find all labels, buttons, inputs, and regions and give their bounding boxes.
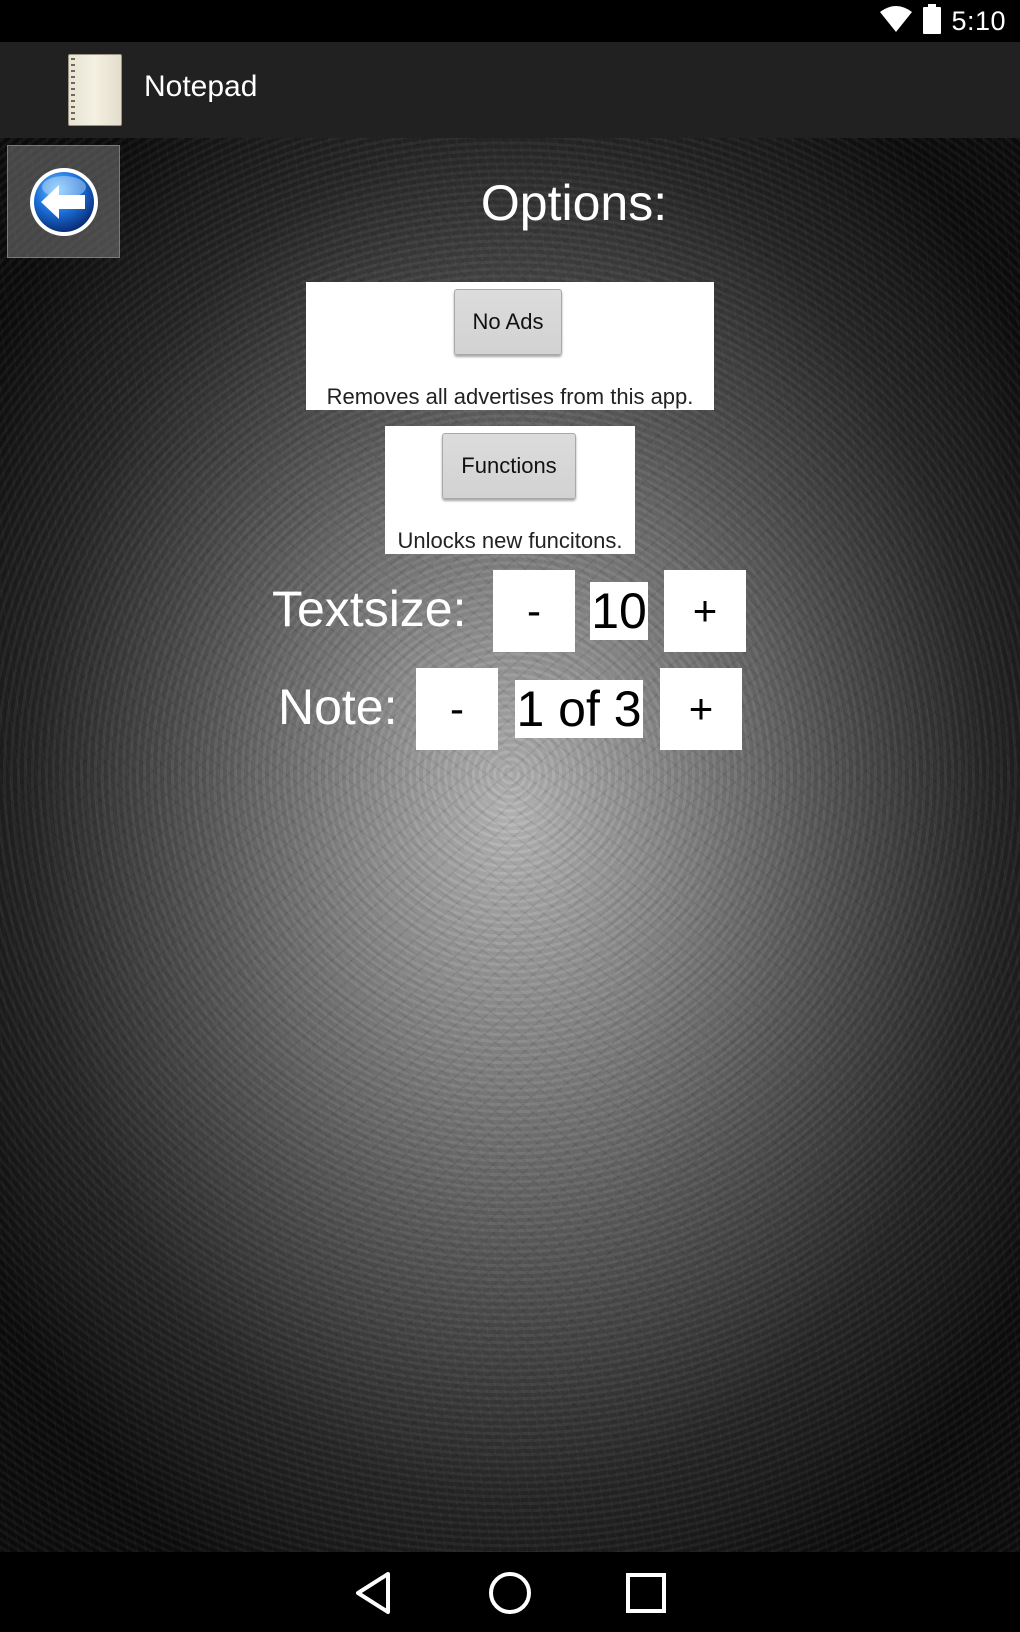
note-counter: 1 of 3 [515, 680, 643, 738]
options-screen: Options: No Ads Removes all advertises f… [0, 138, 1020, 1552]
home-circle-icon[interactable] [487, 1570, 533, 1616]
textsize-value: 10 [590, 582, 648, 640]
action-bar: Notepad [0, 42, 1020, 138]
note-label: Note: [278, 679, 398, 735]
no-ads-description: Removes all advertises from this app. [326, 384, 694, 409]
back-triangle-icon[interactable] [350, 1570, 396, 1616]
options-title: Options: [480, 175, 668, 231]
functions-panel: Functions Unlocks new funcitons. [385, 426, 635, 554]
no-ads-panel: No Ads Removes all advertises from this … [306, 282, 714, 410]
app-title: Notepad [144, 70, 258, 103]
battery-icon [923, 3, 942, 39]
functions-description: Unlocks new funcitons. [397, 528, 623, 553]
textsize-increase-button[interactable]: + [664, 570, 746, 652]
navigation-bar [0, 1552, 1020, 1632]
notepad-icon [68, 54, 122, 126]
recents-square-icon[interactable] [623, 1570, 669, 1616]
status-icons: 5:10 [879, 3, 1006, 39]
status-bar: 5:10 [0, 0, 1020, 42]
note-next-button[interactable]: + [660, 668, 742, 750]
note-previous-button[interactable]: - [416, 668, 498, 750]
textsize-label: Textsize: [272, 581, 467, 637]
no-ads-button[interactable]: No Ads [454, 289, 562, 355]
functions-button[interactable]: Functions [442, 433, 576, 499]
clock: 5:10 [951, 5, 1006, 36]
textsize-decrease-button[interactable]: - [493, 570, 575, 652]
wifi-icon [879, 5, 913, 38]
